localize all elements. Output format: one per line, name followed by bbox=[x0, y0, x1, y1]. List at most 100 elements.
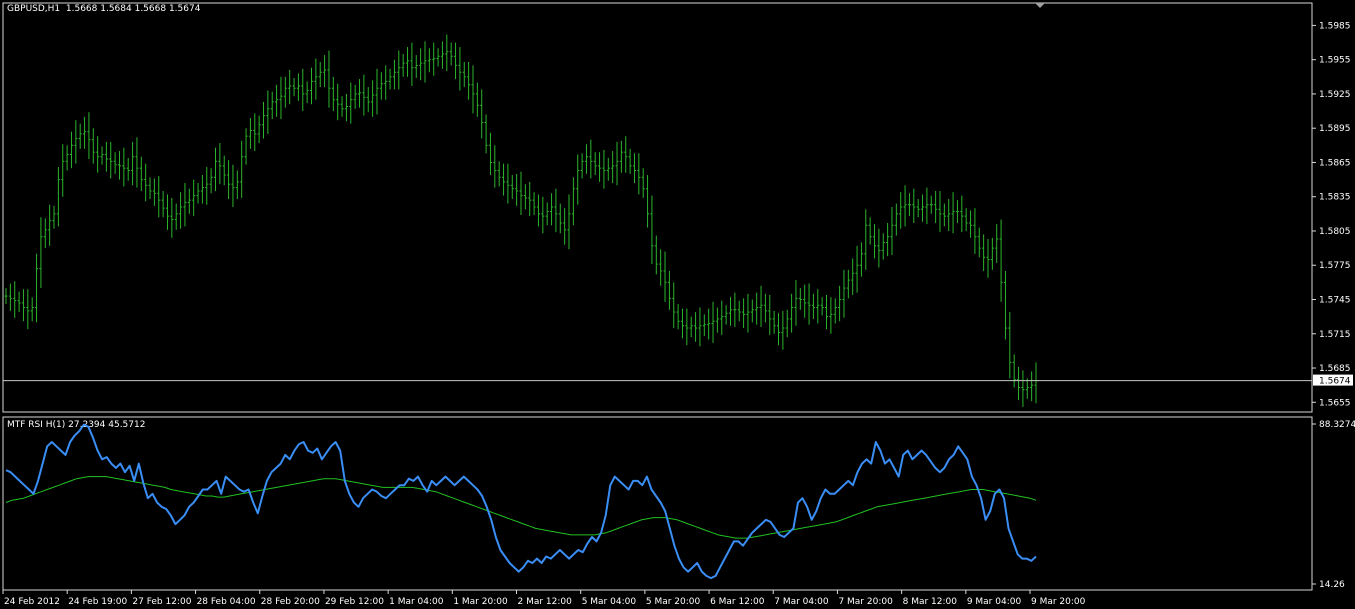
price-bar bbox=[990, 237, 994, 270]
price-bar bbox=[423, 41, 427, 83]
price-bar bbox=[104, 141, 108, 172]
price-bar bbox=[589, 139, 593, 179]
price-bar bbox=[96, 136, 100, 173]
price-bar bbox=[955, 200, 959, 223]
price-bar bbox=[275, 84, 279, 117]
time-axis: 24 Feb 2012 24 Feb 19:00 27 Feb 12:00 28 Fe… bbox=[2, 590, 1086, 607]
price-bar bbox=[379, 72, 383, 100]
price-tick-label: 1.5745 bbox=[1319, 296, 1351, 306]
price-tick-label: 1.5895 bbox=[1319, 124, 1351, 134]
price-bar bbox=[467, 61, 471, 100]
price-bar bbox=[148, 177, 152, 200]
price-bar bbox=[4, 288, 8, 305]
price-bar bbox=[842, 269, 846, 318]
price-bar bbox=[362, 74, 366, 116]
price-bar bbox=[763, 293, 767, 323]
price-bar bbox=[580, 153, 584, 179]
price-bar bbox=[13, 281, 17, 318]
price-bar bbox=[427, 48, 431, 73]
price-bar bbox=[358, 79, 362, 108]
price-bar bbox=[462, 61, 466, 88]
price-bar bbox=[907, 193, 911, 217]
price-bar bbox=[497, 161, 501, 187]
price-bar bbox=[676, 304, 680, 330]
price-bar bbox=[510, 175, 514, 200]
trading-chart[interactable]: 1.5985 1.5955 1.5925 1.5895 1.5865 1.5835 1.58… bbox=[0, 0, 1355, 609]
price-bar bbox=[69, 131, 73, 169]
price-bar bbox=[999, 219, 1003, 302]
price-bar bbox=[353, 84, 357, 109]
price-bar bbox=[960, 195, 964, 233]
price-bar bbox=[515, 173, 519, 206]
price-bar bbox=[65, 145, 69, 171]
price-bar bbox=[506, 163, 510, 204]
price-bar bbox=[179, 192, 183, 229]
price-bar bbox=[200, 175, 204, 204]
shift-marker-icon[interactable] bbox=[1035, 3, 1045, 8]
price-bar bbox=[83, 116, 87, 149]
price-bar bbox=[554, 188, 558, 233]
price-bar bbox=[1003, 270, 1007, 340]
price-bar bbox=[366, 87, 370, 113]
price-bar bbox=[571, 177, 575, 226]
price-bar bbox=[977, 227, 981, 258]
price-bar bbox=[606, 157, 610, 181]
price-bar bbox=[523, 184, 527, 210]
time-tick-label: 5 Mar 04:00 bbox=[582, 597, 637, 607]
price-bar bbox=[755, 292, 759, 325]
price-bar bbox=[925, 187, 929, 225]
price-bar bbox=[545, 202, 549, 226]
price-bar bbox=[349, 82, 353, 124]
price-bar bbox=[157, 176, 161, 218]
time-tick-label: 7 Mar 20:00 bbox=[838, 597, 893, 607]
price-bar bbox=[680, 308, 684, 339]
price-bar bbox=[685, 308, 689, 346]
price-bar bbox=[790, 293, 794, 333]
price-bar bbox=[318, 61, 322, 88]
price-bar bbox=[419, 48, 423, 81]
price-bar bbox=[310, 67, 314, 105]
price-bar bbox=[894, 203, 898, 236]
price-bar bbox=[196, 183, 200, 204]
price-bar bbox=[619, 140, 623, 173]
price-bar bbox=[336, 83, 340, 121]
time-tick-label: 9 Mar 04:00 bbox=[967, 597, 1022, 607]
price-bar bbox=[161, 191, 165, 218]
price-bar bbox=[340, 96, 344, 117]
price-bar bbox=[170, 197, 174, 238]
price-bar bbox=[87, 112, 91, 160]
price-bar bbox=[471, 65, 475, 114]
price-bar bbox=[903, 185, 907, 227]
price-bar bbox=[663, 251, 667, 302]
price-bar bbox=[488, 132, 492, 176]
price-bar bbox=[74, 120, 78, 164]
price-bar bbox=[803, 284, 807, 318]
price-bar bbox=[401, 53, 405, 77]
price-bar bbox=[135, 137, 139, 188]
time-tick-label: 5 Mar 20:00 bbox=[646, 597, 701, 607]
price-bar bbox=[52, 205, 56, 229]
price-tick-label: 1.5835 bbox=[1319, 193, 1351, 203]
price-bar bbox=[227, 160, 231, 200]
price-bar bbox=[1017, 366, 1021, 401]
price-bar bbox=[650, 195, 654, 265]
price-bar bbox=[772, 310, 776, 334]
price-bar bbox=[35, 253, 39, 323]
time-tick-label: 27 Feb 12:00 bbox=[132, 597, 191, 607]
price-bar bbox=[934, 191, 938, 223]
rsi-tick-label: 14.26 bbox=[1319, 580, 1345, 590]
price-tick-label: 1.5865 bbox=[1319, 158, 1351, 168]
price-bar bbox=[183, 183, 187, 227]
price-bar bbox=[30, 297, 34, 322]
price-bar bbox=[825, 294, 829, 330]
time-tick-label: 24 Feb 19:00 bbox=[68, 597, 127, 607]
price-bar bbox=[56, 167, 60, 227]
price-bar bbox=[694, 312, 698, 342]
price-bar bbox=[724, 305, 728, 325]
price-bar bbox=[187, 188, 191, 214]
price-bar bbox=[126, 157, 130, 181]
price-bar bbox=[742, 298, 746, 329]
price-bar bbox=[344, 93, 348, 122]
price-bar bbox=[720, 300, 724, 335]
price-tick-label: 1.5685 bbox=[1319, 364, 1351, 374]
